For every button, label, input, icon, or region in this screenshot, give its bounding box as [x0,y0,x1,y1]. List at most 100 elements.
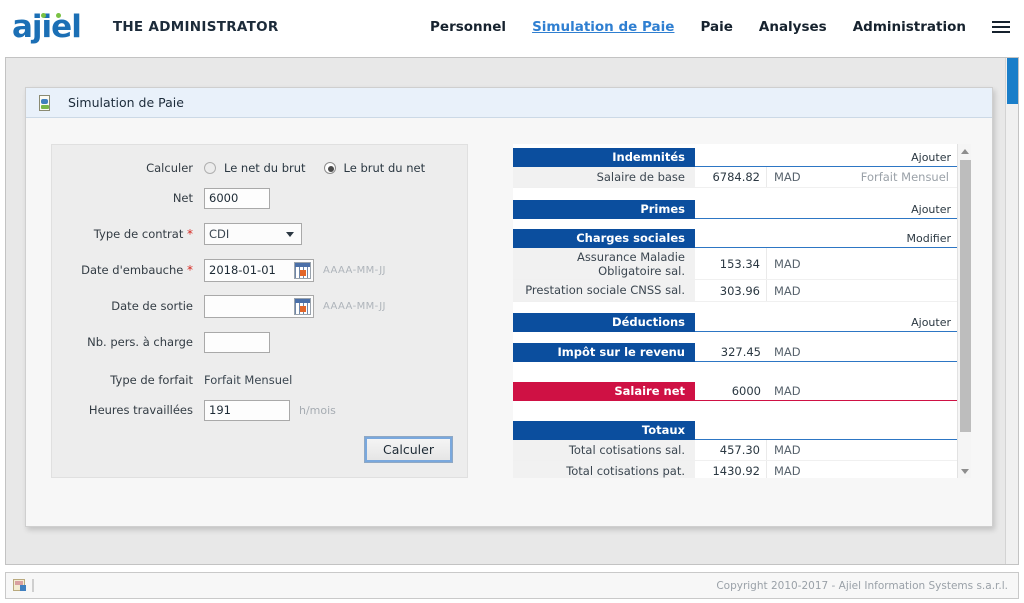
row-extra [811,461,957,478]
date-sortie-input[interactable] [205,296,283,316]
net-input[interactable] [204,187,270,209]
row-label: Total cotisations pat. [513,461,695,478]
heures-travaillees-input[interactable] [204,399,290,421]
row-label: Salaire de base [513,167,695,188]
form-row-type-contrat: Type de contrat * CDI [52,219,467,249]
unit-heures: h/mois [299,403,336,417]
report-icon[interactable] [13,578,28,593]
impot-value: 327.45 [720,344,761,359]
document-icon [38,94,52,111]
section-action-charges-sociales[interactable]: Modifier [907,232,951,245]
hamburger-icon[interactable] [992,21,1010,33]
form-row-date-sortie: Date de sortie AAAA-MM-JJ [52,291,467,321]
radio-net-du-brut[interactable] [204,162,216,174]
type-contrat-value: CDI [209,227,230,241]
card-header: Simulation de Paie [26,88,992,118]
row-extra: Forfait Mensuel [860,170,949,185]
radio-label-brut-du-net: Le brut du net [343,161,426,175]
section-title-salaire-net: Salaire net [513,381,695,401]
nav-item-paie[interactable]: Paie [700,19,732,35]
logo-dot-i-icon [56,12,61,18]
nav-item-analyses[interactable]: Analyses [759,19,827,35]
nb-pers-charge-input[interactable] [204,331,270,353]
footer-divider [32,579,34,592]
top-bar: ajiel THE ADMINISTRATOR Personnel Simula… [0,0,1024,54]
row-value: 153.34 [695,248,767,280]
form-row-calculer-mode: Calculer Le net du brut Le brut du net [52,153,467,183]
row-extra [811,440,957,460]
table-row: Assurance Maladie Obligatoire sal. 153.3… [513,248,957,281]
row-value: 1430.92 [695,461,767,478]
logo-dot-j-icon [41,12,46,18]
row-currency: MAD [774,256,801,271]
calculer-button[interactable]: Calculer [364,436,453,463]
chevron-down-icon [286,232,294,237]
page-title: Simulation de Paie [68,95,184,110]
table-row: Salaire de base 6784.82 MAD Forfait Mens… [513,167,957,189]
label-calculer: Calculer [146,161,193,175]
row-currency: MAD [774,283,801,298]
page-scrollbar-thumb[interactable] [1007,58,1018,104]
main-nav: Personnel Simulation de Paie Paie Analys… [430,19,1010,35]
impot-currency: MAD [774,344,801,359]
date-embauche-field[interactable] [204,258,314,282]
type-forfait-value: Forfait Mensuel [204,373,293,387]
label-date-sortie: Date de sortie [111,299,193,313]
hint-date-sortie: AAAA-MM-JJ [323,300,386,312]
label-type-de-forfait: Type de forfait [110,373,193,387]
row-label: Prestation sociale CNSS sal. [513,280,695,301]
section-action-primes[interactable]: Ajouter [911,203,951,216]
section-title-deductions: Déductions [513,312,695,332]
calendar-icon[interactable] [294,261,311,279]
row-currency: MAD [774,170,801,185]
date-sortie-field[interactable] [204,294,314,318]
results-scrollbar-thumb[interactable] [960,160,971,432]
brand-logo[interactable]: ajiel [12,8,82,45]
radio-label-net-du-brut: Le net du brut [224,161,306,175]
required-marker-embauche: * [187,263,193,277]
label-date-embauche: Date d'embauche * [81,263,193,277]
section-action-deductions[interactable]: Ajouter [911,316,951,329]
section-header-primes: Primes Ajouter [513,200,957,220]
section-header-salaire-net: Salaire net 6000 MAD [513,381,957,401]
table-row: Total cotisations pat. 1430.92 MAD [513,461,957,478]
section-header-deductions: Déductions Ajouter [513,312,957,332]
salaire-net-value: 6000 [731,383,761,398]
admin-title: THE ADMINISTRATOR [112,19,279,35]
salaire-net-currency: MAD [774,383,801,398]
footer-bar: Copyright 2010-2017 - Ajiel Information … [5,572,1019,599]
row-value: 303.96 [695,280,767,301]
form-row-heures-travaillees: Heures travaillées h/mois [52,395,467,425]
nav-item-simulation-de-paie[interactable]: Simulation de Paie [532,19,674,35]
section-header-charges-sociales: Charges sociales Modifier [513,229,957,249]
form-row-personnes-charge: Nb. pers. à charge [52,327,467,357]
nav-item-administration[interactable]: Administration [853,19,966,35]
table-row: Prestation sociale CNSS sal. 303.96 MAD [513,280,957,302]
copyright-text: Copyright 2010-2017 - Ajiel Information … [716,579,1008,592]
type-contrat-select[interactable]: CDI [204,223,302,245]
results-scrollbar[interactable] [957,144,971,478]
section-title-impot: Impôt sur le revenu [513,342,695,362]
label-heures-travaillees: Heures travaillées [88,403,193,417]
hint-date-embauche: AAAA-MM-JJ [323,264,386,276]
label-nb-pers-charge: Nb. pers. à charge [87,335,193,349]
row-label: Assurance Maladie Obligatoire sal. [513,248,695,280]
scroll-down-icon[interactable] [958,464,971,478]
nav-item-personnel[interactable]: Personnel [430,19,506,35]
date-embauche-input[interactable] [205,260,283,280]
form-row-net: Net [52,183,467,213]
row-extra [811,248,957,279]
page-scrollbar[interactable] [1005,58,1018,564]
brand-logo-text: ajiel [12,8,82,45]
row-currency: MAD [774,464,801,478]
row-currency: MAD [774,442,801,457]
section-action-indemnites[interactable]: Ajouter [911,151,951,164]
calendar-icon[interactable] [294,297,311,315]
content-frame: Simulation de Paie Calculer Le net du br… [5,57,1019,565]
row-label: Total cotisations sal. [513,439,695,461]
row-extra [811,280,957,300]
row-value: 6784.82 [695,167,767,188]
radio-brut-du-net[interactable] [323,162,336,174]
scroll-up-icon[interactable] [958,144,971,158]
form-row-type-forfait: Type de forfait Forfait Mensuel [52,365,467,395]
